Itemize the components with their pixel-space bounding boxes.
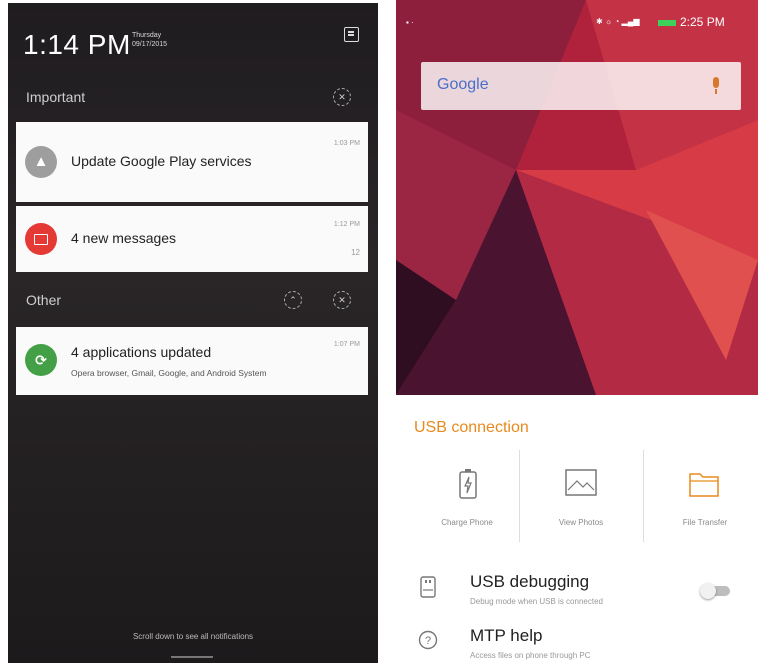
row-subtitle: Access files on phone through PC [470, 651, 591, 660]
battery-charge-icon [459, 469, 477, 499]
update-icon: ⟳ [25, 344, 57, 376]
row-subtitle: Debug mode when USB is connected [470, 597, 603, 606]
section-other: Other [26, 292, 62, 308]
notification-card[interactable]: ⟳ 4 applications updated 1:07 PM Opera b… [16, 327, 368, 395]
notification-card[interactable]: 4 new messages 1:12 PM 12 [16, 206, 368, 272]
notification-time: 1:03 PM [333, 140, 360, 147]
wallpaper-polygons [396, 0, 758, 395]
notification-count: 12 [351, 248, 360, 257]
view-photos-option[interactable]: View Photos [520, 446, 642, 542]
clock: 1:14 PM [23, 29, 131, 60]
day-label: Thursday [132, 32, 162, 39]
status-bar: ▪ · ✱ ☼ ◔ ▂▄▆ 2:25 PM [396, 0, 758, 34]
usb-dialog-title: USB connection [414, 419, 529, 436]
option-label: File Transfer [682, 518, 728, 527]
help-icon: ? [418, 630, 438, 650]
google-logo: Google [437, 76, 489, 93]
drag-handle[interactable] [171, 656, 213, 658]
file-transfer-option[interactable]: File Transfer [644, 446, 758, 542]
signal-icons: ✱ ☼ ◔ ▂▄▆ [596, 17, 640, 26]
notification-subtitle: Opera browser, Gmail, Google, and Androi… [71, 368, 267, 378]
option-label: Charge Phone [441, 518, 493, 527]
usb-icon [420, 576, 436, 598]
clear-other-icon[interactable]: ✕ [333, 291, 351, 309]
option-label: View Photos [558, 518, 604, 527]
mic-icon[interactable] [713, 77, 719, 94]
quick-settings-icon[interactable] [344, 27, 359, 42]
message-icon [25, 223, 57, 255]
shade-footer: Scroll down to see all notifications [132, 632, 254, 641]
image-icon [565, 469, 597, 496]
notification-time: 1:07 PM [333, 341, 360, 348]
wallpaper: ▪ · ✱ ☼ ◔ ▂▄▆ 2:25 PM Google [396, 0, 758, 395]
notification-indicators: ▪ · [406, 18, 414, 27]
notification-title: Update Google Play services [71, 153, 252, 169]
google-search-bar[interactable]: Google [421, 62, 741, 110]
row-title: MTP help [470, 626, 543, 645]
warning-icon: ▲ [25, 146, 57, 178]
folder-icon [689, 473, 719, 497]
svg-text:?: ? [425, 635, 431, 647]
row-title: USB debugging [470, 572, 590, 591]
collapse-icon[interactable]: ⌃ [284, 291, 302, 309]
status-time: 2:25 PM [680, 15, 725, 29]
section-important: Important [26, 89, 86, 105]
notification-shade: 1:14 PM Thursday 09/17/2015 Important ✕ … [8, 3, 378, 663]
usb-dialog-screen: ▪ · ✱ ☼ ◔ ▂▄▆ 2:25 PM Google USB connect… [396, 0, 758, 665]
notification-time: 1:12 PM [333, 221, 360, 228]
clear-important-icon[interactable]: ✕ [333, 88, 351, 106]
date-label: 09/17/2015 [132, 41, 168, 48]
date-block: Thursday 09/17/2015 [132, 31, 167, 49]
usb-debugging-toggle[interactable] [700, 583, 730, 599]
notification-card[interactable]: ▲ Update Google Play services 1:03 PM [16, 122, 368, 202]
charge-phone-option[interactable]: Charge Phone [406, 446, 528, 542]
battery-icon [658, 20, 676, 26]
notification-title: 4 applications updated [71, 344, 212, 360]
notification-title: 4 new messages [71, 230, 177, 246]
